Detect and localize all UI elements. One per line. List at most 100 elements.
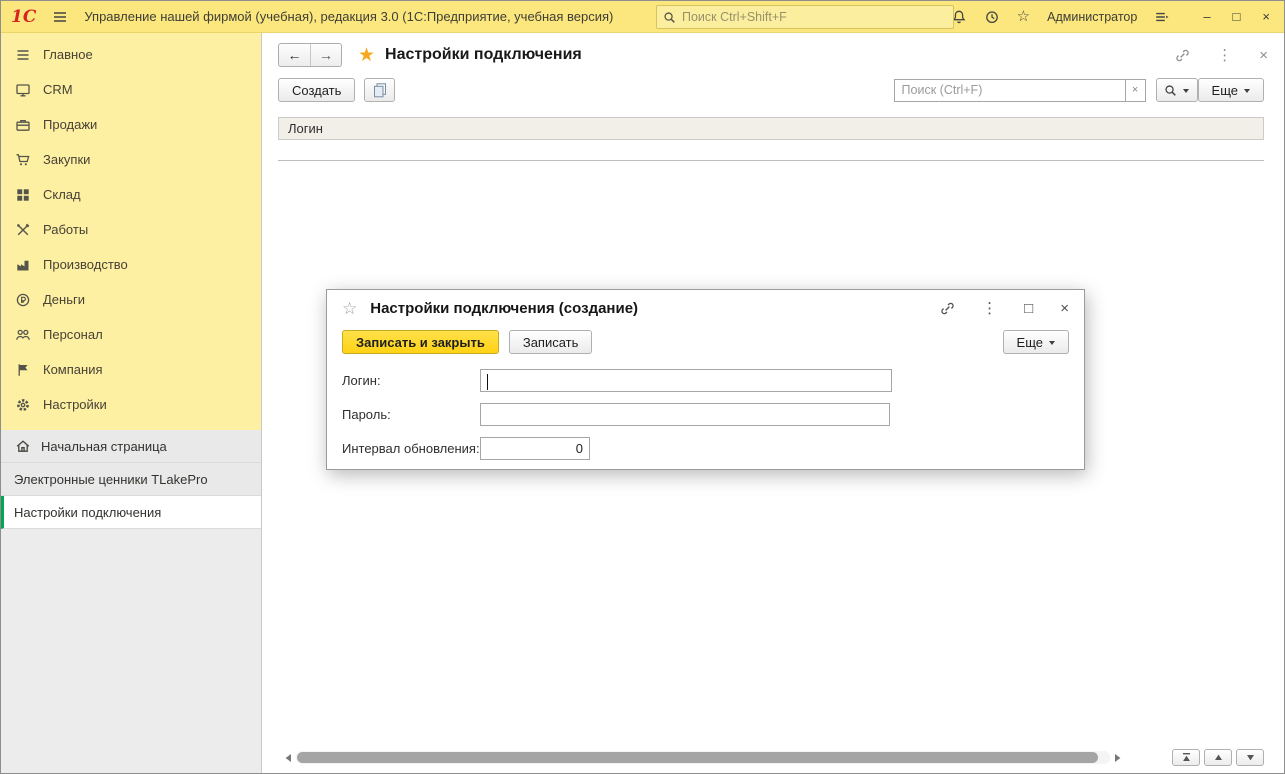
form-row: Логин: (342, 363, 1069, 397)
forward-button[interactable]: → (310, 44, 341, 66)
sidebar-item-company[interactable]: Компания (1, 352, 261, 387)
save-and-close-button[interactable]: Записать и закрыть (342, 330, 499, 354)
sidebar-item-home-page[interactable]: Начальная страница (1, 430, 261, 463)
cart-icon (14, 152, 32, 168)
form-row: Пароль: (342, 397, 1069, 431)
list-search: × Еще (894, 78, 1264, 102)
dialog-toolbar: Записать и закрыть Записать Еще (327, 327, 1084, 357)
sidebar-item-settings[interactable]: Настройки (1, 387, 261, 422)
sidebar-item-warehouse[interactable]: Склад (1, 177, 261, 212)
home-icon (14, 438, 32, 454)
hamburger-menu-icon[interactable] (52, 9, 68, 25)
dialog-maximize-button[interactable]: □ (1024, 301, 1033, 316)
sidebar-item-label: Компания (43, 362, 103, 377)
topbar-right-cluster: ☆ Администратор – □ × (951, 9, 1284, 25)
gear-icon (14, 397, 32, 413)
list-nav-buttons (1172, 749, 1264, 766)
list-scroll-down-button[interactable] (1236, 749, 1264, 766)
scroll-left-icon[interactable] (282, 752, 294, 764)
search-icon (1164, 84, 1177, 97)
sidebar-item-price-tags-page[interactable]: Электронные ценники TLakePro (1, 463, 261, 496)
current-user-label[interactable]: Администратор (1047, 10, 1137, 24)
list-toolbar: Создать × Еще (262, 77, 1284, 109)
sidebar-item-works[interactable]: Работы (1, 212, 261, 247)
dialog-more-button[interactable]: Еще (1003, 330, 1069, 354)
dialog-close-button[interactable]: × (1060, 301, 1069, 316)
copy-button[interactable] (364, 78, 395, 102)
sidebar-page-label: Настройки подключения (14, 505, 161, 520)
more-menu-icon[interactable]: ⋮ (982, 301, 997, 316)
sidebar-item-production[interactable]: Производство (1, 247, 261, 282)
list-scroll-up-button[interactable] (1204, 749, 1232, 766)
page-header: ← → ★ Настройки подключения ⋮ × (262, 33, 1284, 77)
sidebar-page-label: Начальная страница (41, 439, 167, 454)
sidebar-item-money[interactable]: Деньги (1, 282, 261, 317)
sidebar: Главное CRM Продажи Закупки Склад Работы (1, 33, 261, 773)
update-interval-field[interactable] (480, 437, 590, 460)
global-search (656, 5, 954, 29)
favorite-star-icon[interactable]: ★ (358, 46, 375, 65)
close-button[interactable]: × (1262, 9, 1270, 24)
global-search-input[interactable] (682, 10, 947, 24)
sidebar-page-label: Электронные ценники TLakePro (14, 472, 208, 487)
monitor-icon (14, 82, 32, 98)
create-button[interactable]: Создать (278, 78, 355, 102)
page-header-actions: ⋮ × (1175, 48, 1268, 63)
sidebar-item-connection-settings-page[interactable]: Настройки подключения (1, 496, 261, 529)
sidebar-item-label: Главное (43, 47, 93, 62)
list-scroll-top-button[interactable] (1172, 749, 1200, 766)
list-icon (14, 47, 32, 63)
factory-icon (14, 257, 32, 273)
sidebar-item-label: Закупки (43, 152, 90, 167)
sidebar-item-main[interactable]: Главное (1, 37, 261, 72)
sidebar-item-personnel[interactable]: Персонал (1, 317, 261, 352)
link-icon[interactable] (1175, 48, 1190, 63)
sidebar-item-sales[interactable]: Продажи (1, 107, 261, 142)
sidebar-sections: Главное CRM Продажи Закупки Склад Работы (1, 33, 261, 430)
scrollbar-track[interactable] (296, 751, 1110, 764)
link-icon[interactable] (940, 301, 955, 316)
sidebar-item-crm[interactable]: CRM (1, 72, 261, 107)
search-options-button[interactable] (1156, 78, 1198, 102)
topbar: 1С Управление нашей фирмой (учебная), ре… (1, 1, 1284, 33)
login-field[interactable] (480, 369, 892, 392)
sidebar-item-label: Персонал (43, 327, 103, 342)
history-clock-icon[interactable] (984, 9, 1000, 25)
more-menu-icon[interactable]: ⋮ (1217, 48, 1232, 63)
favorite-star-icon[interactable]: ☆ (342, 300, 357, 317)
scrollbar-thumb[interactable] (297, 752, 1098, 763)
login-field-label: Логин: (342, 373, 480, 388)
form-row: Интервал обновления: (342, 431, 1069, 465)
dialog-header: ☆ Настройки подключения (создание) ⋮ □ × (327, 290, 1084, 327)
flag-icon (14, 362, 32, 378)
back-button[interactable]: ← (279, 44, 310, 66)
1c-logo[interactable]: 1С (11, 7, 36, 27)
briefcase-icon (14, 117, 32, 133)
page-title: Настройки подключения (385, 46, 582, 64)
history-nav-group: ← → (278, 43, 342, 67)
minimize-button[interactable]: – (1203, 9, 1210, 24)
close-page-button[interactable]: × (1259, 48, 1268, 63)
dialog-form: Логин: Пароль: Интервал обновления: (327, 357, 1084, 465)
scroll-right-icon[interactable] (1112, 752, 1124, 764)
copy-icon (372, 82, 388, 98)
more-actions-button[interactable]: Еще (1198, 78, 1264, 102)
grid-boxes-icon (14, 187, 32, 203)
save-button[interactable]: Записать (509, 330, 593, 354)
password-field[interactable] (480, 403, 890, 426)
list-column-header[interactable]: Логин (278, 117, 1264, 140)
tools-icon (14, 222, 32, 238)
sidebar-item-purchases[interactable]: Закупки (1, 142, 261, 177)
service-menu-icon[interactable] (1154, 9, 1170, 25)
app-window: 1С Управление нашей фирмой (учебная), ре… (0, 0, 1285, 774)
sidebar-item-label: Производство (43, 257, 128, 272)
list-search-input[interactable] (894, 79, 1126, 102)
clear-search-button[interactable]: × (1126, 79, 1146, 102)
favorites-star-icon[interactable]: ☆ (1017, 9, 1030, 24)
search-icon (663, 11, 676, 24)
sidebar-item-label: Настройки (43, 397, 107, 412)
dialog-header-actions: ⋮ □ × (940, 301, 1069, 316)
records-list: Логин (278, 117, 1264, 161)
people-icon (14, 327, 32, 343)
maximize-button[interactable]: □ (1233, 9, 1241, 24)
